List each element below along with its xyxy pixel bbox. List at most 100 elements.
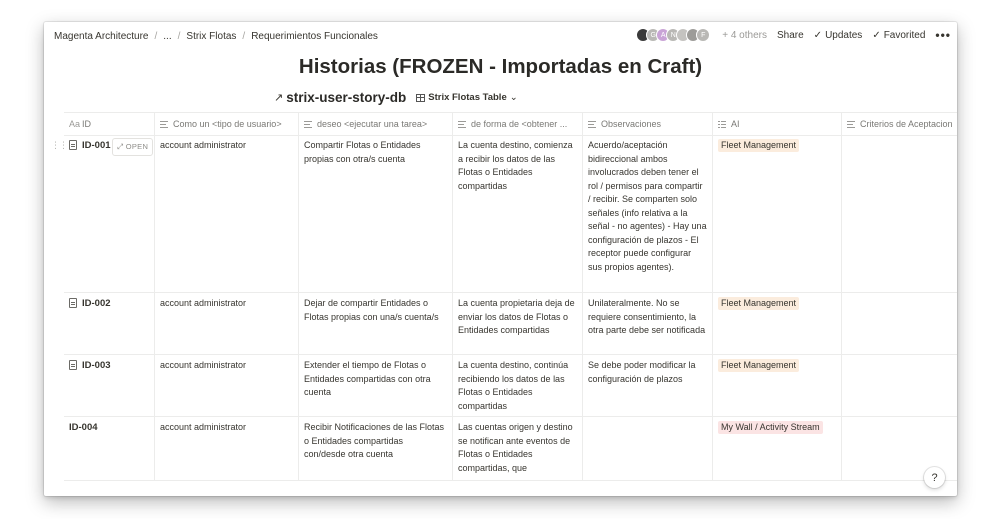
ai-tag: Fleet Management: [718, 139, 800, 152]
breadcrumb-item-requerimientos[interactable]: Requerimientos Funcionales: [251, 31, 378, 42]
table-header: Aa ID Como un <tipo de usuario> deseo <ejec…: [64, 112, 957, 136]
column-header[interactable]: de forma de <obtener ...: [453, 113, 583, 135]
cell-text: account administrator: [160, 360, 247, 370]
chevron-down-icon: ⌄: [509, 92, 518, 103]
table-row[interactable]: ID-004 account administrator Recibir Notif…: [64, 416, 957, 481]
ai-cell[interactable]: Fleet Management: [713, 134, 842, 292]
id-cell[interactable]: ID-001 ⤢ OPEN: [64, 134, 155, 292]
criterios-cell[interactable]: [842, 292, 957, 354]
column-header-label: ID: [82, 119, 91, 129]
column-header[interactable]: Aa ID: [64, 113, 155, 135]
cell-text: La cuenta propietaria deja de enviar los…: [458, 298, 575, 335]
topbar-actions: GANF + 4 others Share ✓ Updates ✓ Favorite…: [636, 28, 951, 42]
row-id: ID-002: [82, 298, 111, 309]
top-bar: Magenta Architecture / ... / Strix Flota…: [44, 22, 957, 50]
breadcrumb-item-workspace[interactable]: Magenta Architecture: [54, 31, 149, 42]
como-cell[interactable]: account administrator: [155, 292, 299, 354]
obs-cell[interactable]: Acuerdo/aceptación bidireccional ambos i…: [583, 134, 713, 292]
column-header-label: de forma de <obtener ...: [471, 119, 568, 129]
favorited-button[interactable]: ✓ Favorited: [872, 30, 925, 41]
cell-text: La cuenta destino, comienza a recibir lo…: [458, 140, 573, 191]
column-header-label: deseo <ejecutar una tarea>: [317, 119, 428, 129]
cell-text: account administrator: [160, 140, 247, 150]
cell-text: account administrator: [160, 298, 247, 308]
others-count[interactable]: + 4 others: [722, 30, 767, 41]
updates-button[interactable]: ✓ Updates: [814, 30, 863, 41]
ai-tag: Fleet Management: [718, 359, 800, 372]
cell-text: Se debe poder modificar la configuración…: [588, 360, 696, 384]
deseo-cell[interactable]: Dejar de compartir Entidades o Flotas pr…: [299, 292, 453, 354]
multi-select-icon: [718, 121, 726, 129]
cell-text: La cuenta destino, continúa recibiendo l…: [458, 360, 569, 411]
como-cell[interactable]: account administrator: [155, 416, 299, 480]
column-header[interactable]: deseo <ejecutar una tarea>: [299, 113, 453, 135]
table-row[interactable]: ID-002 account administrator Dejar de comp…: [64, 292, 957, 355]
database-name[interactable]: strix-user-story-db: [286, 90, 406, 105]
id-cell[interactable]: ID-002: [64, 292, 155, 354]
forma-cell[interactable]: Las cuentas origen y destino se notifica…: [453, 416, 583, 480]
page-icon: [69, 140, 77, 150]
criterios-cell[interactable]: [842, 134, 957, 292]
app-window: Magenta Architecture / ... / Strix Flota…: [44, 22, 957, 496]
column-header-label: AI: [731, 119, 740, 129]
breadcrumb: Magenta Architecture / ... / Strix Flota…: [54, 31, 378, 42]
breadcrumb-item-ellipsis[interactable]: ...: [163, 31, 171, 42]
view-selector[interactable]: Strix Flotas Table ⌄: [416, 92, 518, 103]
deseo-cell[interactable]: Extender el tiempo de Flotas o Entidades…: [299, 354, 453, 416]
column-header[interactable]: Como un <tipo de usuario>: [155, 113, 299, 135]
obs-cell[interactable]: [583, 416, 713, 480]
forma-cell[interactable]: La cuenta destino, comienza a recibir lo…: [453, 134, 583, 292]
deseo-cell[interactable]: Compartir Flotas o Entidades propias con…: [299, 134, 453, 292]
ai-cell[interactable]: My Wall / Activity Stream: [713, 416, 842, 480]
id-cell[interactable]: ID-004: [64, 416, 155, 480]
ai-cell[interactable]: Fleet Management: [713, 354, 842, 416]
open-page-button[interactable]: ⤢ OPEN: [112, 138, 154, 156]
cell-text: Las cuentas origen y destino se notifica…: [458, 422, 573, 473]
text-property-icon: [588, 121, 596, 129]
expand-icon: ⤢: [117, 142, 124, 151]
ai-cell[interactable]: Fleet Management: [713, 292, 842, 354]
obs-cell[interactable]: Unilateralmente. No se requiere consenti…: [583, 292, 713, 354]
table-row[interactable]: ⋮⋮ ID-001 ⤢ OPEN account administrator Compa…: [51, 134, 957, 293]
row-id: ID-001: [82, 140, 111, 151]
id-cell[interactable]: ID-003: [64, 354, 155, 416]
column-header-label: Como un <tipo de usuario>: [173, 119, 282, 129]
link-arrow-icon: ↗: [274, 92, 284, 104]
column-header[interactable]: AI: [713, 113, 842, 135]
help-button[interactable]: ?: [924, 467, 945, 488]
forma-cell[interactable]: La cuenta destino, continúa recibiendo l…: [453, 354, 583, 416]
title-property-icon: Aa: [69, 119, 81, 129]
column-header[interactable]: Criterios de Aceptacion: [842, 113, 957, 135]
cell-text: account administrator: [160, 422, 247, 432]
page-icon: [69, 298, 77, 308]
row-id: ID-003: [82, 360, 111, 371]
column-header[interactable]: Observaciones: [583, 113, 713, 135]
criterios-cell[interactable]: [842, 354, 957, 416]
table-icon: [416, 93, 426, 102]
page-title: Historias (FROZEN - Importadas en Craft): [298, 55, 703, 78]
column-header-label: Observaciones: [601, 119, 662, 129]
text-property-icon: [160, 121, 168, 129]
table-row[interactable]: ID-003 account administrator Extender el t…: [64, 354, 957, 417]
row-id: ID-004: [69, 422, 98, 433]
avatar[interactable]: F: [696, 28, 711, 42]
text-property-icon: [458, 121, 466, 129]
forma-cell[interactable]: La cuenta propietaria deja de enviar los…: [453, 292, 583, 354]
cell-text: Acuerdo/aceptación bidireccional ambos i…: [588, 140, 707, 272]
como-cell[interactable]: account administrator: [155, 134, 299, 292]
page-icon: [69, 360, 77, 370]
more-options-icon[interactable]: •••: [935, 28, 951, 42]
text-property-icon: [304, 121, 312, 129]
obs-cell[interactable]: Se debe poder modificar la configuración…: [583, 354, 713, 416]
share-label: Share: [776, 29, 804, 41]
updates-label: Updates: [825, 29, 863, 41]
database-header: ↗ strix-user-story-db Strix Flotas Table…: [274, 90, 518, 105]
text-property-icon: [847, 121, 855, 129]
como-cell[interactable]: account administrator: [155, 354, 299, 416]
cell-text: Extender el tiempo de Flotas o Entidades…: [304, 360, 431, 397]
share-button[interactable]: Share: [777, 30, 804, 41]
breadcrumb-item-strix-flotas[interactable]: Strix Flotas: [186, 31, 236, 42]
deseo-cell[interactable]: Recibir Notificaciones de las Flotas o E…: [299, 416, 453, 480]
collaborator-avatars[interactable]: GANF: [636, 28, 711, 42]
check-icon: ✓: [872, 29, 881, 41]
